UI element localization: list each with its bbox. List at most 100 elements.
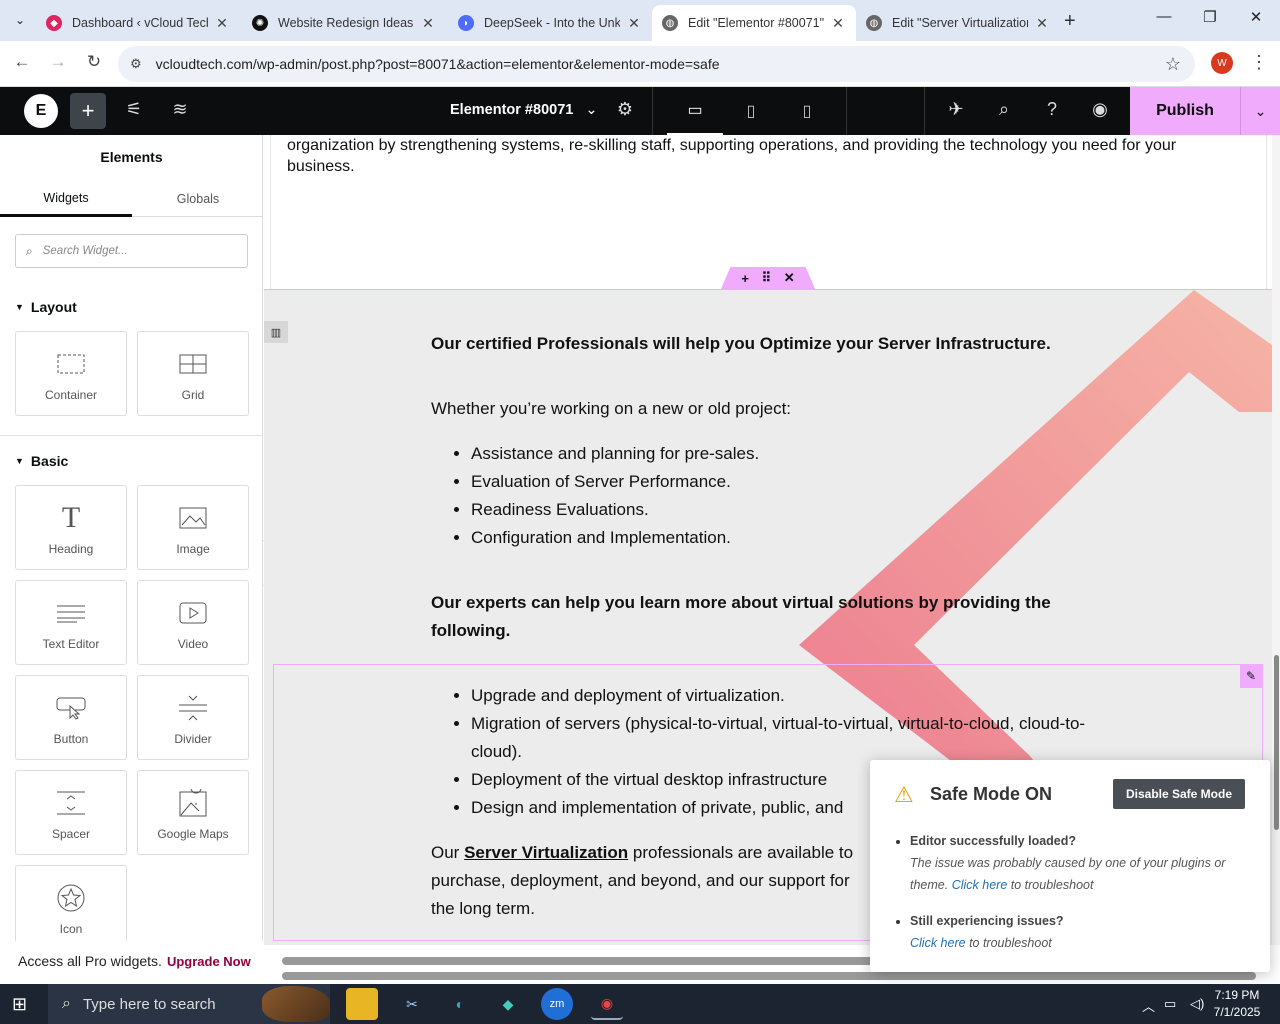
- close-icon[interactable]: ✕: [214, 15, 230, 32]
- divider: [652, 87, 653, 135]
- vertical-scrollbar-thumb[interactable]: [1274, 655, 1279, 830]
- zoom-icon[interactable]: zm: [541, 988, 573, 1020]
- mobile-view-icon[interactable]: ▯: [779, 87, 835, 135]
- delete-section-icon[interactable]: ✕: [784, 270, 795, 286]
- widget-image[interactable]: Image: [137, 485, 249, 570]
- chrome-icon[interactable]: ◉: [591, 988, 623, 1020]
- profile-avatar[interactable]: W: [1211, 52, 1233, 74]
- new-tab-button[interactable]: +: [1064, 10, 1076, 33]
- widget-container[interactable]: Container: [15, 331, 127, 416]
- add-element-button[interactable]: +: [70, 93, 106, 129]
- list-item: Upgrade and deployment of virtualization…: [471, 682, 1131, 710]
- tab-edit-server-virtualization[interactable]: ◍ Edit "Server Virtualization" ✕: [856, 5, 1060, 41]
- widget-button[interactable]: Button: [15, 675, 127, 760]
- publish-options-chevron-icon[interactable]: ⌄: [1240, 87, 1280, 135]
- app-diamond-icon[interactable]: ◆: [492, 988, 524, 1020]
- widget-spacer[interactable]: Spacer: [15, 770, 127, 855]
- search-widget-input[interactable]: ⌕ Search Widget...: [15, 234, 248, 268]
- desktop-view-icon[interactable]: ▭: [667, 87, 723, 135]
- tab-dashboard[interactable]: ◆ Dashboard ‹ vCloud Tech ✕: [36, 5, 240, 41]
- structure-layers-icon[interactable]: ≋: [168, 99, 192, 120]
- wordpress-icon: ◆: [46, 15, 62, 31]
- bookmark-star-icon[interactable]: ☆: [1165, 54, 1181, 75]
- list-item: Assistance and planning for pre-sales.: [471, 440, 1131, 468]
- widget-label: Google Maps: [157, 826, 229, 841]
- tab-title: Edit "Elementor #80071": [688, 16, 824, 30]
- intro-section[interactable]: organization by strengthening systems, r…: [270, 135, 1267, 289]
- horizontal-scrollbar-thumb[interactable]: [282, 972, 1256, 980]
- section-handle[interactable]: + ⠿ ✕: [721, 267, 815, 289]
- container-icon: [57, 346, 85, 382]
- edge-icon[interactable]: ◐: [444, 988, 476, 1020]
- basic-category-toggle[interactable]: ▼ Basic: [15, 453, 68, 469]
- tab-deepseek[interactable]: ◗ DeepSeek - Into the Unkn ✕: [448, 5, 652, 41]
- document-title[interactable]: Elementor #80071 ⌄: [450, 102, 598, 118]
- windows-start-icon[interactable]: ⊞: [12, 994, 27, 1015]
- site-info-icon[interactable]: ⚙: [130, 56, 142, 72]
- troubleshoot-link[interactable]: Click here: [952, 878, 1008, 892]
- preview-eye-icon[interactable]: ◉: [1088, 99, 1112, 120]
- close-icon[interactable]: ✕: [830, 15, 846, 32]
- notifications-megaphone-icon[interactable]: ✈: [944, 99, 968, 120]
- widget-grid[interactable]: Grid: [137, 331, 249, 416]
- widget-icon[interactable]: Icon: [15, 865, 127, 950]
- drag-handle-icon[interactable]: ⠿: [762, 270, 772, 286]
- document-title-text: Elementor #80071: [450, 102, 574, 118]
- widget-text-editor[interactable]: Text Editor: [15, 580, 127, 665]
- tab-website-redesign[interactable]: ✺ Website Redesign Ideas ✕: [242, 5, 446, 41]
- url-field[interactable]: ⚙ vcloudtech.com/wp-admin/post.php?post=…: [118, 46, 1195, 82]
- tablet-view-icon[interactable]: ▯: [723, 87, 779, 135]
- column-handle-icon[interactable]: ▥: [264, 321, 288, 343]
- horizontal-scrollbar-thumb[interactable]: [282, 957, 874, 965]
- layout-category-toggle[interactable]: ▼ Layout: [15, 299, 77, 315]
- tab-globals[interactable]: Globals: [132, 181, 264, 217]
- volume-icon[interactable]: ◁): [1190, 996, 1204, 1012]
- close-icon[interactable]: ✕: [1034, 15, 1050, 32]
- minimize-icon[interactable]: —: [1152, 8, 1176, 25]
- troubleshoot-link[interactable]: Click here: [910, 936, 966, 950]
- url-text: vcloudtech.com/wp-admin/post.php?post=80…: [155, 56, 720, 72]
- site-settings-icon[interactable]: ⚟: [122, 99, 146, 120]
- browser-menu-icon[interactable]: ⋮: [1250, 52, 1268, 73]
- tab-widgets[interactable]: Widgets: [0, 181, 132, 217]
- snipping-tool-icon[interactable]: ✂: [396, 988, 428, 1020]
- back-icon[interactable]: ←: [10, 52, 34, 72]
- widget-label: Text Editor: [42, 636, 100, 651]
- window-close-icon[interactable]: ✕: [1244, 8, 1268, 26]
- widget-video[interactable]: Video: [137, 580, 249, 665]
- safe-mode-notice: ⚠ Safe Mode ON Disable Safe Mode Editor …: [870, 760, 1270, 972]
- globe-icon: ◍: [866, 15, 882, 31]
- add-section-icon[interactable]: +: [741, 271, 749, 286]
- help-icon[interactable]: ?: [1040, 99, 1064, 120]
- disable-safe-mode-button[interactable]: Disable Safe Mode: [1113, 779, 1245, 809]
- widget-google-maps[interactable]: Google Maps: [137, 770, 249, 855]
- tab-search-dropdown-icon[interactable]: ⌄: [8, 8, 32, 32]
- spacer-icon: [57, 785, 85, 821]
- search-icon: ⌕: [26, 243, 33, 258]
- system-clock[interactable]: 7:19 PM 7/1/2025: [1206, 987, 1268, 1021]
- elementor-logo-icon[interactable]: E: [24, 94, 58, 128]
- server-virtualization-link[interactable]: Server Virtualization: [464, 843, 628, 862]
- widget-divider[interactable]: Divider: [137, 675, 249, 760]
- close-icon[interactable]: ✕: [626, 15, 642, 32]
- restore-icon[interactable]: ❐: [1198, 8, 1222, 26]
- publish-button[interactable]: Publish: [1130, 87, 1240, 135]
- show-hidden-icons-chevron[interactable]: ︿: [1142, 996, 1155, 1015]
- edit-widget-pencil-icon[interactable]: ✎: [1240, 664, 1262, 688]
- forward-icon[interactable]: →: [46, 52, 70, 72]
- search-icon[interactable]: ⌕: [992, 99, 1016, 120]
- page-settings-icon[interactable]: ⚙: [613, 99, 637, 120]
- close-icon[interactable]: ✕: [420, 15, 436, 32]
- pro-upsell-bar: Access all Pro widgets. Upgrade Now: [0, 941, 263, 981]
- tab-edit-elementor[interactable]: ◍ Edit "Elementor #80071" ✕: [652, 5, 856, 41]
- divider-icon: [179, 690, 207, 726]
- network-icon[interactable]: ▭: [1164, 996, 1176, 1012]
- intro-text: organization by strengthening systems, r…: [287, 137, 1177, 175]
- widget-heading[interactable]: T Heading: [15, 485, 127, 570]
- file-explorer-icon[interactable]: [346, 988, 378, 1020]
- reload-icon[interactable]: ↻: [82, 52, 106, 72]
- list-item: Configuration and Implementation.: [471, 524, 1131, 552]
- upgrade-now-link[interactable]: Upgrade Now: [167, 954, 251, 969]
- elements-panel: Elements Widgets Globals ⌕ Search Widget…: [0, 135, 264, 981]
- safe-mode-title: Safe Mode ON: [930, 784, 1053, 804]
